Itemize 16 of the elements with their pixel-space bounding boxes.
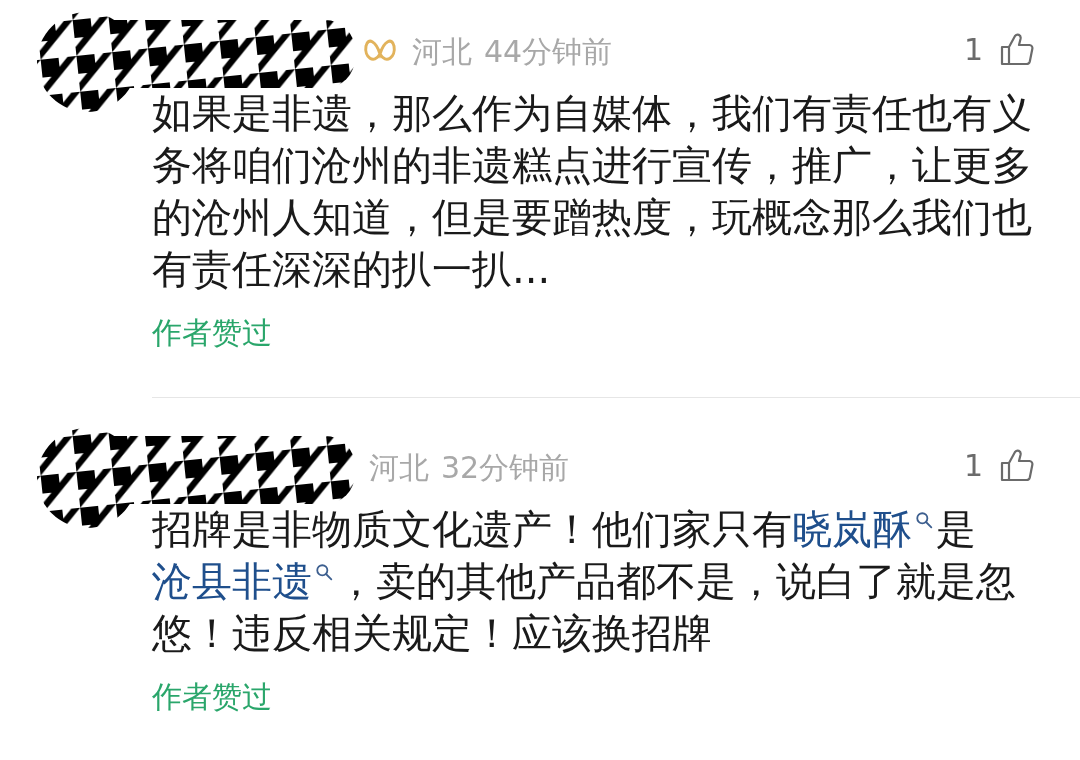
location-label: 河北 <box>369 450 429 486</box>
location-label: 河北 <box>412 34 472 70</box>
keyword-link[interactable]: 晓岚酥 <box>792 506 936 552</box>
keyword-link[interactable]: 沧县非遗 <box>152 558 336 604</box>
comment-text: 如果是非遗，那么作为自媒体，我们有责任也有义务将咱们沧州的非遗糕点进行宣传，推广，让更多的沧州人知道，但是要蹭热度，玩概念那么我们也有责任深深的扒一扒... <box>152 89 1033 294</box>
comment-text: 招牌是非物质文化遗产！他们家只有晓岚酥 是 沧县非遗 ，卖的其他产品都不是，说白了就是忽悠！违反相关规定！应该换招牌 <box>152 505 1017 658</box>
thumbs-up-icon <box>999 32 1035 68</box>
like-button[interactable]: 1 <box>963 32 1035 68</box>
time-label: 44分钟前 <box>484 34 613 70</box>
like-button[interactable]: 1 <box>963 448 1035 484</box>
author-liked-label: 作者赞过 <box>152 315 272 351</box>
search-icon <box>315 563 333 581</box>
search-icon <box>915 511 933 529</box>
time-label: 32分钟前 <box>441 450 570 486</box>
author-liked-label: 作者赞过 <box>152 679 272 715</box>
thumbs-up-icon <box>999 448 1035 484</box>
